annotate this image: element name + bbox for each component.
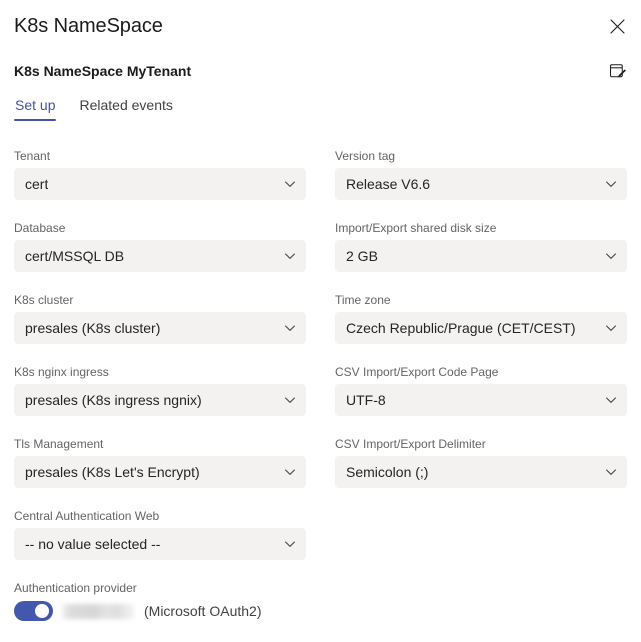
redacted-provider-name	[62, 603, 134, 619]
select-csv-import-export-delimiter[interactable]: Semicolon (;)	[335, 456, 627, 488]
chevron-down-icon	[606, 325, 616, 331]
select-csv-import-export-code-page-value: UTF-8	[346, 392, 386, 408]
select-k8s-nginx-ingress-value: presales (K8s ingress ngnix)	[25, 392, 202, 408]
edit-button[interactable]	[603, 56, 633, 86]
field-csv-import-export-code-page: CSV Import/Export Code Page UTF-8	[335, 364, 627, 416]
field-csv-import-export-delimiter: CSV Import/Export Delimiter Semicolon (;…	[335, 436, 627, 488]
field-label-database: Database	[14, 221, 66, 235]
field-label-k8s-nginx-ingress: K8s nginx ingress	[14, 365, 109, 379]
field-label-csv-import-export-delimiter: CSV Import/Export Delimiter	[335, 437, 486, 451]
chevron-down-icon	[606, 181, 616, 187]
select-central-authentication-web-value: -- no value selected --	[25, 536, 161, 552]
field-label-time-zone: Time zone	[335, 293, 391, 307]
field-label-authentication-provider: Authentication provider	[14, 581, 137, 595]
field-label-import-export-shared-disk-size: Import/Export shared disk size	[335, 221, 497, 235]
select-import-export-shared-disk-size-value: 2 GB	[346, 248, 378, 264]
field-tenant: Tenant cert	[14, 148, 306, 200]
authentication-provider-toggle[interactable]	[14, 601, 53, 621]
subtitle-row: K8s NameSpace MyTenant	[14, 60, 627, 82]
chevron-down-icon	[606, 397, 616, 403]
field-database: Database cert/MSSQL DB	[14, 220, 306, 272]
field-authentication-provider: Authentication provider (Microsoft OAuth…	[14, 580, 306, 622]
tab-related-events[interactable]: Related events	[78, 96, 173, 121]
field-time-zone: Time zone Czech Republic/Prague (CET/CES…	[335, 292, 627, 344]
select-time-zone-value: Czech Republic/Prague (CET/CEST)	[346, 320, 576, 336]
chevron-down-icon	[606, 469, 616, 475]
field-label-csv-import-export-code-page: CSV Import/Export Code Page	[335, 365, 499, 379]
select-csv-import-export-delimiter-value: Semicolon (;)	[346, 464, 429, 480]
field-label-k8s-cluster: K8s cluster	[14, 293, 74, 307]
edit-note-icon	[609, 63, 626, 77]
field-central-authentication-web: Central Authentication Web -- no value s…	[14, 508, 306, 560]
toggle-knob	[35, 604, 49, 618]
settings-form: Tenant cert Database cert/MSSQL DB K8s c…	[14, 148, 627, 642]
field-label-central-authentication-web: Central Authentication Web	[14, 509, 160, 523]
select-tls-management-value: presales (K8s Let's Encrypt)	[25, 464, 200, 480]
close-button[interactable]	[601, 10, 633, 42]
field-version-tag: Version tag Release V6.6	[335, 148, 627, 200]
page-title: K8s NameSpace	[14, 15, 163, 37]
field-label-version-tag: Version tag	[335, 149, 396, 163]
select-k8s-nginx-ingress[interactable]: presales (K8s ingress ngnix)	[14, 384, 306, 416]
field-k8s-nginx-ingress: K8s nginx ingress presales (K8s ingress …	[14, 364, 306, 416]
close-icon	[609, 18, 625, 34]
select-version-tag-value: Release V6.6	[346, 176, 431, 192]
select-import-export-shared-disk-size[interactable]: 2 GB	[335, 240, 627, 272]
field-k8s-cluster: K8s cluster presales (K8s cluster)	[14, 292, 306, 344]
chevron-down-icon	[285, 397, 295, 403]
select-tenant[interactable]: cert	[14, 168, 306, 200]
select-database-value: cert/MSSQL DB	[25, 248, 125, 264]
chevron-down-icon	[285, 325, 295, 331]
chevron-down-icon	[606, 253, 616, 259]
form-column-left: Tenant cert Database cert/MSSQL DB K8s c…	[14, 148, 306, 642]
chevron-down-icon	[285, 253, 295, 259]
field-import-export-shared-disk-size: Import/Export shared disk size 2 GB	[335, 220, 627, 272]
field-label-tenant: Tenant	[14, 149, 51, 163]
field-label-tls-management: Tls Management	[14, 437, 104, 451]
authentication-provider-caption: (Microsoft OAuth2)	[144, 603, 262, 619]
form-column-right: Version tag Release V6.6 Import/Export s…	[335, 148, 627, 642]
panel-subtitle: K8s NameSpace MyTenant	[14, 63, 192, 79]
panel-header: K8s NameSpace K8s NameSpace MyTenant Set…	[0, 0, 641, 121]
select-time-zone[interactable]: Czech Republic/Prague (CET/CEST)	[335, 312, 627, 344]
field-tls-management: Tls Management presales (K8s Let's Encry…	[14, 436, 306, 488]
select-csv-import-export-code-page[interactable]: UTF-8	[335, 384, 627, 416]
chevron-down-icon	[285, 469, 295, 475]
chevron-down-icon	[285, 541, 295, 547]
select-k8s-cluster-value: presales (K8s cluster)	[25, 320, 161, 336]
tab-bar: Set up Related events	[14, 96, 627, 121]
chevron-down-icon	[285, 181, 295, 187]
select-tls-management[interactable]: presales (K8s Let's Encrypt)	[14, 456, 306, 488]
select-central-authentication-web[interactable]: -- no value selected --	[14, 528, 306, 560]
select-database[interactable]: cert/MSSQL DB	[14, 240, 306, 272]
tab-set-up[interactable]: Set up	[14, 96, 57, 121]
select-tenant-value: cert	[25, 176, 49, 192]
select-version-tag[interactable]: Release V6.6	[335, 168, 627, 200]
select-k8s-cluster[interactable]: presales (K8s cluster)	[14, 312, 306, 344]
